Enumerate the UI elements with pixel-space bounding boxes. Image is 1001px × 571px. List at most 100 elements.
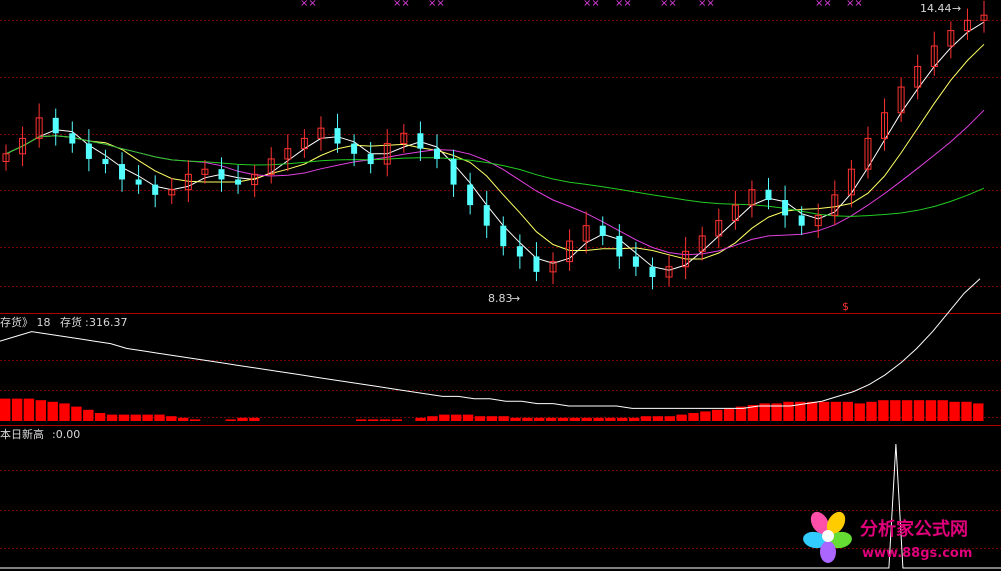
candle-body [433,148,440,159]
inventory-bar [652,416,664,421]
signal-star-marker: ×× [583,0,600,9]
new-high-value: :0.00 [52,428,80,441]
inventory-bar [676,414,687,421]
inventory-bar [71,406,82,421]
inventory-legend-prefix: 存货》 18 [0,315,51,329]
inventory-series-label: 存货 [60,315,82,329]
inventory-bar [130,414,141,421]
inventory-bar [878,400,889,421]
inventory-bar [35,400,46,421]
candle-body [649,266,656,278]
candle-body [616,235,623,257]
inventory-bar [818,401,830,421]
inventory-bar [925,400,937,421]
signal-star-marker: ×× [846,0,863,9]
inventory-bar [723,408,735,421]
inventory-bar [640,416,652,421]
inventory-bar [534,417,545,421]
inventory-bar [118,414,130,421]
signal-star-marker: ×× [428,0,445,9]
inventory-bar [189,419,201,421]
inventory-bar [451,414,462,421]
candle-body [500,225,507,247]
signal-star-marker: ×× [300,0,317,9]
inventory-bar [367,419,379,421]
inventory-bar [83,409,94,421]
ma-line [5,135,985,217]
inventory-bar [59,403,70,421]
inventory-bar [462,414,474,421]
ma-line [5,21,985,271]
site-watermark: 分析家公式网 www.88gs.com [803,511,972,563]
inventory-bar [700,411,711,421]
inventory-bar [237,417,248,421]
inventory-bar [569,417,580,421]
inventory-bar [581,417,592,421]
ma-line [5,43,985,260]
inventory-bar [854,403,865,421]
candle-body [782,200,789,216]
candle-body [450,158,457,185]
candle-body [467,184,474,206]
inventory-bar [842,401,853,421]
inventory-bar [937,400,948,421]
high-price-label: 14.44 [920,2,952,15]
candle-body [218,169,225,180]
inventory-bar [522,417,533,421]
top-signal-markers: ×× ×× ×× ×× ×× ×× ×× ×× ×× [300,0,863,9]
signal-star-marker: ×× [698,0,715,9]
ma-line [5,109,985,256]
high-price-arrow: → [952,2,961,15]
moving-average-lines [5,21,985,271]
candle-body [599,225,606,236]
new-high-spike [0,443,1001,569]
inventory-bar [379,419,391,421]
inventory-bar [415,417,426,421]
low-price-label: 8.83 [488,292,513,305]
stock-chart: ×× ×× ×× ×× ×× ×× ×× ×× ×× 14.44 → 8.83 → $ 存货》 … [0,0,1001,569]
candle-body [351,143,358,154]
candle-body [533,256,540,272]
candle-body [85,143,92,159]
new-high-legend: 本日新高 [0,427,44,441]
inventory-bar [142,414,153,421]
candle-body [69,133,76,144]
inventory-bar [486,416,497,421]
inventory-bar [178,417,189,421]
inventory-bar [866,401,877,421]
inventory-bar [427,416,438,421]
low-price-arrow: → [511,292,520,305]
inventory-bar [961,401,972,421]
candle-body [516,246,523,257]
inventory-bar [901,400,913,421]
inventory-bar [557,417,569,421]
inventory-bar [11,398,23,421]
flower-logo-icon [803,511,852,563]
inventory-bar [439,414,450,421]
inventory-bar [830,401,842,421]
candle-body [765,189,772,200]
inventory-bar [664,416,675,421]
inventory-bar [949,401,960,421]
candlesticks [2,0,988,290]
inventory-bar [23,398,35,421]
inventory-bar [391,419,402,421]
top-panel-grid [0,20,1001,287]
inventory-bar [617,417,628,421]
candle-body [417,133,424,149]
inventory-bar [94,413,106,421]
inventory-bar [474,416,486,421]
candle-body [235,179,242,185]
candle-body [102,158,109,165]
inventory-bar [47,401,58,421]
inventory-bar [0,398,11,421]
inventory-bar [154,414,165,421]
inventory-last-value: 316.37 [89,316,128,329]
candle-body [119,164,126,180]
candle-body [152,184,159,195]
inventory-bar [225,419,236,421]
inventory-bar [890,400,901,421]
candle-body [334,128,341,144]
inventory-bar [629,417,640,421]
signal-star-marker: ×× [615,0,632,9]
